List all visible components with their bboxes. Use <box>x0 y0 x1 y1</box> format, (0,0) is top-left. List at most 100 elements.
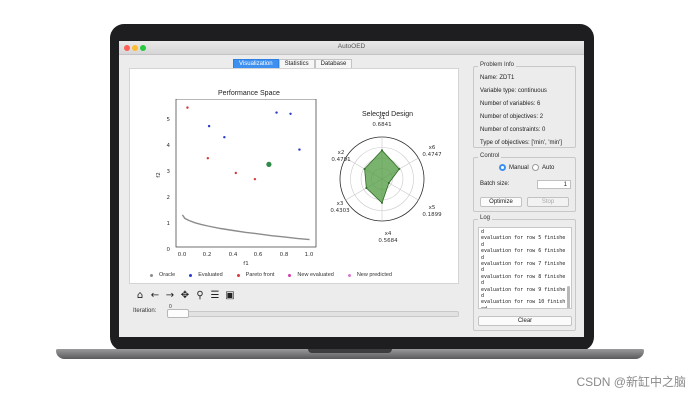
forward-arrow-icon[interactable]: → <box>163 289 177 302</box>
radar-axis-name: x6 <box>429 145 436 151</box>
problem-info-title: Problem Info <box>478 62 517 68</box>
x-tick-label: 0.6 <box>254 252 263 258</box>
batch-size-label: Batch size: <box>480 181 510 187</box>
optimize-button[interactable]: Optimize <box>480 197 522 207</box>
x-axis-label: f1 <box>243 261 248 267</box>
log-line: evaluation for row 6 finishe <box>481 248 566 255</box>
auto-radio[interactable] <box>532 164 539 171</box>
stop-button[interactable]: Stop <box>527 197 569 207</box>
log-group: Log d evaluation for row 5 finishe d eva… <box>473 215 576 331</box>
save-icon[interactable]: ▣ <box>223 289 237 302</box>
legend-label: New evaluated <box>297 272 334 278</box>
log-line: evaluation for row 5 finishe <box>481 235 566 242</box>
radar-axis-value: 0.4303 <box>330 208 350 214</box>
x-tick-label: 1.0 <box>305 252 314 258</box>
window-title: AutoOED <box>337 43 366 50</box>
problem-name: Name: ZDT1 <box>480 75 515 81</box>
x-tick-label: 0.0 <box>178 252 187 258</box>
radar-value-point <box>398 168 401 171</box>
home-icon[interactable]: ⌂ <box>133 289 147 302</box>
log-line: evaluation for row 9 finishe <box>481 286 566 293</box>
evaluated-point <box>207 124 211 128</box>
legend-label: Pareto front <box>245 272 275 278</box>
number-of-variables: Number of variables: 6 <box>480 101 541 107</box>
evaluated-point <box>223 136 226 139</box>
radar-axis-value: 0.5684 <box>378 238 398 244</box>
performance-space-chart[interactable]: 0 1 2 3 4 5 0.0 0.2 0.4 0.6 0.8 1.0 f1 f… <box>130 99 320 274</box>
legend-item-evaluated: Evaluated <box>189 272 223 278</box>
radar-axis-name: x4 <box>385 231 392 237</box>
pareto-front-point <box>186 106 189 109</box>
evaluated-point <box>289 112 292 115</box>
back-arrow-icon[interactable]: ← <box>148 289 162 302</box>
radar-axis-name: x5 <box>429 205 436 211</box>
legend-item-new-evaluated: New evaluated <box>288 272 334 278</box>
problem-info-group: Problem Info Name: ZDT1 Variable type: c… <box>473 62 576 148</box>
title-bar: AutoOED <box>119 41 584 55</box>
log-output[interactable]: d evaluation for row 5 finishe d evaluat… <box>478 227 572 309</box>
plot-toolbar: ⌂ ← → ✥ ⚲ ☰ ▣ <box>133 289 237 302</box>
legend-marker <box>236 273 240 277</box>
log-line: ed <box>481 305 488 309</box>
type-of-objectives: Type of objectives: ['min', 'min'] <box>480 140 562 146</box>
zoom-icon[interactable]: ⚲ <box>193 289 207 302</box>
number-of-constraints: Number of constraints: 0 <box>480 127 546 133</box>
legend-label: Evaluated <box>198 272 223 278</box>
visualization-panel: Performance Space 0 1 2 3 4 5 0.0 0.2 0.… <box>129 68 459 284</box>
radar-axis-name: x1 <box>379 115 386 121</box>
radar-axis-value: 0.4791 <box>331 157 350 163</box>
y-tick-label: 2 <box>167 195 171 201</box>
legend-item-new-predicted: New predicted <box>347 272 392 278</box>
manual-radio[interactable] <box>499 164 506 171</box>
y-tick-label: 5 <box>167 117 171 123</box>
iteration-slider-handle[interactable] <box>167 309 189 318</box>
clear-log-button[interactable]: Clear <box>478 316 572 326</box>
x-tick-label: 0.4 <box>229 252 238 258</box>
variable-type: Variable type: continuous <box>480 88 547 94</box>
control-group: Control Manual Auto Batch size: 1 Optimi… <box>473 153 576 212</box>
selected-design-point <box>266 161 272 167</box>
auto-radio-label: Auto <box>542 165 555 171</box>
pareto-front-point <box>253 177 257 181</box>
log-line: evaluation for row 8 finishe <box>481 273 566 280</box>
y-tick-label: 1 <box>167 221 171 227</box>
configure-subplots-icon[interactable]: ☰ <box>208 289 222 302</box>
log-line: evaluation for row 7 finishe <box>481 261 566 268</box>
radar-axis-value: 0.6841 <box>372 122 391 128</box>
legend-marker <box>189 273 193 277</box>
batch-size-input[interactable]: 1 <box>537 180 571 189</box>
legend-label: New predicted <box>356 272 392 278</box>
plot-area <box>175 99 317 248</box>
y-tick-label: 3 <box>167 169 171 175</box>
app-window: AutoOED Visualization Statistics Databas… <box>119 41 584 337</box>
y-axis-label: f2 <box>156 172 162 177</box>
log-title: Log <box>478 215 493 221</box>
legend-item-oracle: Oracle <box>150 272 175 278</box>
evaluated-point <box>298 148 301 151</box>
pareto-front-point <box>234 171 238 175</box>
pan-icon[interactable]: ✥ <box>178 289 192 302</box>
radar-axis-name: x2 <box>338 150 345 156</box>
iteration-label: Iteration: <box>133 308 157 314</box>
x-tick-label: 0.8 <box>280 252 289 258</box>
plot-legend: Oracle Evaluated Pareto front New evalua… <box>150 272 392 278</box>
radar-value-point <box>365 187 368 190</box>
radar-axis-value: 0.4747 <box>422 152 442 158</box>
radar-value-point <box>363 167 366 170</box>
laptop-notch <box>308 349 392 353</box>
radar-value-point <box>387 181 390 184</box>
radar-design-polygon <box>364 149 400 204</box>
pareto-front-point <box>206 157 210 160</box>
iteration-slider[interactable] <box>167 311 459 317</box>
legend-marker <box>347 273 351 277</box>
selected-design-radar-chart[interactable]: x1 0.6841 x6 0.4747 x5 0.1899 x4 0.5684 … <box>330 109 460 259</box>
radar-axis-value: 0.1899 <box>422 212 442 218</box>
oracle-curve <box>181 214 310 241</box>
control-title: Control <box>478 153 502 159</box>
legend-label: Oracle <box>159 272 176 278</box>
number-of-objectives: Number of objectives: 2 <box>480 114 544 120</box>
watermark: CSDN @新缸中之脑 <box>576 375 686 389</box>
radar-value-point <box>381 149 383 152</box>
y-tick-label: 4 <box>167 143 171 149</box>
log-scrollbar[interactable] <box>567 286 570 308</box>
